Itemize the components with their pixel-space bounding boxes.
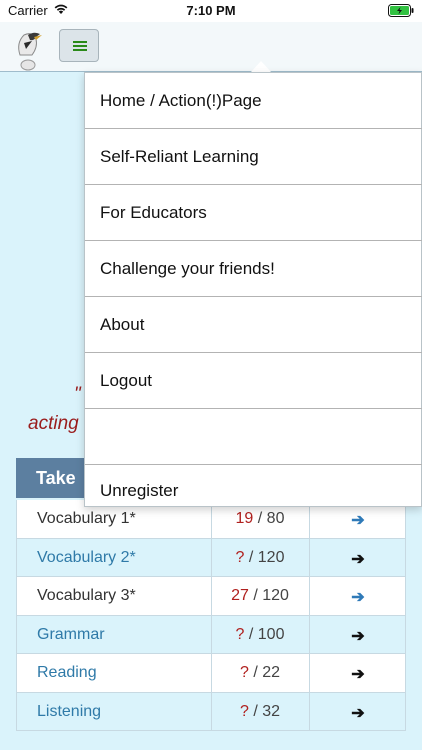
menu-item-logout[interactable]: Logout: [85, 353, 422, 409]
menu-item-challenge-friends[interactable]: Challenge your friends!: [85, 241, 422, 297]
menu-item-unregister[interactable]: Unregister: [85, 463, 422, 519]
table-row[interactable]: Vocabulary 2* ? / 120 ➔: [16, 538, 407, 577]
menu-item-self-reliant-learning[interactable]: Self-Reliant Learning: [85, 129, 422, 185]
arrow-right-icon[interactable]: ➔: [309, 626, 407, 646]
status-time: 7:10 PM: [186, 3, 236, 18]
quiz-name[interactable]: Listening: [37, 703, 101, 721]
menu-item-label: Self-Reliant Learning: [100, 147, 259, 166]
quiz-score: ? / 120: [235, 548, 285, 566]
score-table: Vocabulary 1* 19 / 80 ➔ Vocabulary 2* ? …: [16, 500, 406, 731]
quiz-name[interactable]: Reading: [37, 664, 97, 682]
dropdown-caret: [251, 61, 271, 72]
headline-acting-text: acting: [28, 413, 79, 434]
status-bar: Carrier 7:10 PM: [0, 0, 422, 22]
hamburger-menu-button[interactable]: [59, 29, 99, 62]
dropdown-menu: Home / Action(!)Page Self-Reliant Learni…: [84, 72, 422, 507]
battery-charging-icon: [388, 4, 414, 20]
menu-item-blank[interactable]: [85, 409, 422, 465]
quiz-name[interactable]: Vocabulary 3*: [37, 587, 136, 605]
menu-item-label: Logout: [100, 371, 152, 390]
menu-item-home[interactable]: Home / Action(!)Page: [85, 73, 422, 129]
quiz-name[interactable]: Grammar: [37, 626, 105, 644]
table-header-label: Take: [36, 468, 76, 488]
quiz-score: ? / 32: [239, 702, 281, 720]
menu-item-label: Challenge your friends!: [100, 259, 275, 278]
arrow-right-icon[interactable]: ➔: [309, 664, 407, 684]
top-navbar: [0, 22, 422, 72]
menu-item-label: Home / Action(!)Page: [100, 91, 262, 110]
arrow-right-icon[interactable]: ➔: [309, 549, 407, 569]
table-row[interactable]: Listening ? / 32 ➔: [16, 692, 407, 731]
table-row[interactable]: Grammar ? / 100 ➔: [16, 615, 407, 654]
menu-item-for-educators[interactable]: For Educators: [85, 185, 422, 241]
quiz-score: ? / 22: [239, 664, 281, 681]
menu-item-label: For Educators: [100, 203, 207, 222]
bird-logo-icon[interactable]: [8, 25, 48, 71]
headline-quote-mark: ": [74, 384, 81, 405]
table-row[interactable]: Vocabulary 3* 27 / 120 ➔: [16, 577, 406, 616]
table-row[interactable]: Reading ? / 22 ➔: [16, 654, 406, 693]
quiz-score: 27 / 120: [231, 587, 289, 604]
quiz-score: ? / 100: [235, 625, 285, 643]
arrow-right-icon[interactable]: ➔: [309, 703, 407, 723]
menu-item-label: About: [100, 315, 145, 334]
menu-item-label: Unregister: [100, 481, 179, 500]
quiz-name[interactable]: Vocabulary 2*: [37, 549, 136, 567]
menu-item-about[interactable]: About: [85, 297, 422, 353]
arrow-right-icon[interactable]: ➔: [309, 587, 407, 607]
